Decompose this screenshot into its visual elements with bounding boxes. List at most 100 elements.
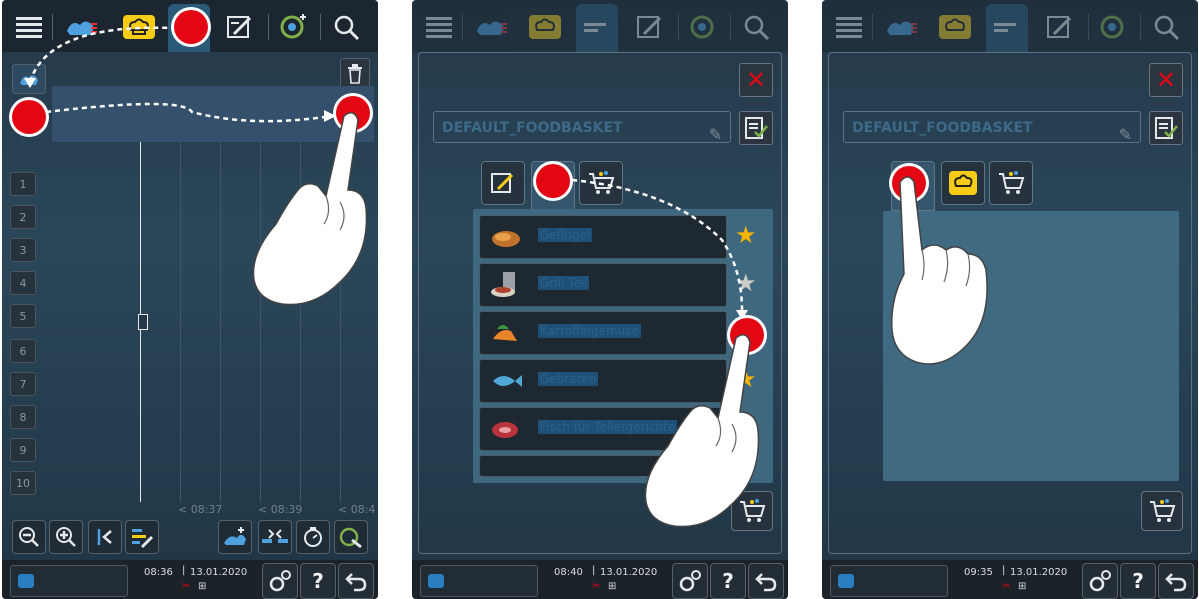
zoom-out-button[interactable] <box>12 520 46 554</box>
settings-button[interactable] <box>1082 563 1118 599</box>
edit-icon[interactable] <box>1040 8 1082 46</box>
date: 13.01.2020 <box>190 567 248 578</box>
hand-pointer-icon <box>644 334 760 528</box>
add-pan-icon <box>224 527 246 545</box>
lane-number: 2 <box>10 205 36 229</box>
top-nav <box>822 0 1198 52</box>
lane-number: 8 <box>10 405 36 429</box>
zoom-in-icon <box>56 527 76 547</box>
close-button[interactable]: ✕ <box>1149 63 1183 97</box>
add-to-basket-button[interactable] <box>1141 491 1183 531</box>
close-icon: ✕ <box>745 66 767 94</box>
meat-icon <box>492 422 518 438</box>
lane-number: 5 <box>10 304 36 328</box>
wifi-off-icon: ✂ <box>592 581 601 592</box>
time: 08:40 <box>554 567 583 578</box>
zoom-in-button[interactable] <box>49 520 83 554</box>
menu-icon[interactable] <box>828 8 870 46</box>
connected-cooking-icon[interactable] <box>682 8 724 46</box>
chef-hat-icon[interactable] <box>524 8 566 46</box>
status-field[interactable] <box>420 565 538 597</box>
lane-number: 3 <box>10 238 36 262</box>
panel-2: ✕ DEFAULT_FOODBASKET ✎ Geflügel Grill Te… <box>412 0 788 599</box>
timer-icon <box>304 527 322 547</box>
time: 08:36 <box>144 567 173 578</box>
grid-line <box>180 142 181 502</box>
pan-icon <box>428 574 444 588</box>
wifi-off-icon: ✂ <box>1002 581 1011 592</box>
settings-button[interactable] <box>262 563 298 599</box>
lane-number: 1 <box>10 172 36 196</box>
compress-button[interactable] <box>258 520 292 554</box>
name-field[interactable]: DEFAULT_FOODBASKET ✎ <box>843 111 1141 144</box>
back-button[interactable] <box>748 563 784 599</box>
time-marker <box>138 314 148 330</box>
help-button[interactable]: ? <box>1120 563 1156 599</box>
timer-button[interactable] <box>296 520 330 554</box>
touch-point <box>536 164 570 198</box>
hand-pointer-icon <box>891 176 988 365</box>
grid-line <box>220 142 221 502</box>
tab-cooking-paths[interactable] <box>986 4 1028 52</box>
lane-number: 9 <box>10 438 36 462</box>
menu-icon[interactable] <box>418 8 460 46</box>
network-icon: ⊞ <box>608 581 617 592</box>
edit-icon[interactable] <box>630 8 672 46</box>
settings-button[interactable] <box>672 563 708 599</box>
network-icon: ⊞ <box>1018 581 1027 592</box>
clock: 08:36 | 13.01.2020 ✂ ⊞ <box>144 565 248 592</box>
help-button[interactable]: ? <box>300 563 336 599</box>
back-arrow-icon <box>755 573 777 592</box>
time: 09:35 <box>964 567 993 578</box>
close-button[interactable]: ✕ <box>739 63 773 97</box>
zoom-out-icon <box>19 527 39 547</box>
lane-number: 4 <box>10 271 36 295</box>
add-cooking-button[interactable] <box>218 520 252 554</box>
gear-icon <box>1089 570 1111 592</box>
touch-point <box>174 10 208 44</box>
back-button[interactable] <box>338 563 374 599</box>
edit-list-button[interactable] <box>739 111 773 145</box>
drag-path-arrow <box>571 178 748 320</box>
edit-list-button[interactable] <box>1149 111 1183 145</box>
status-field[interactable] <box>830 565 948 597</box>
basket-icon <box>1150 499 1176 522</box>
hand-pointer-icon <box>252 112 368 306</box>
panel-1: 1 2 3 4 5 6 7 8 9 10 < 08:37 < 08:39 < 0… <box>2 0 378 599</box>
back-arrow-icon <box>345 573 367 592</box>
gear-icon <box>679 570 701 592</box>
edit-list-icon <box>745 117 768 139</box>
lane-number: 7 <box>10 372 36 396</box>
clock: 09:35 | 13.01.2020 ✂ ⊞ <box>964 565 1068 592</box>
fish-icon <box>493 375 522 387</box>
connect-icon <box>339 527 362 549</box>
close-icon: ✕ <box>1155 66 1177 94</box>
name-field[interactable]: DEFAULT_FOODBASKET ✎ <box>433 111 731 144</box>
top-nav <box>412 0 788 52</box>
help-button[interactable]: ? <box>710 563 746 599</box>
connect-button[interactable] <box>334 520 368 554</box>
status-field[interactable] <box>10 565 128 597</box>
lane-number: 10 <box>10 471 36 495</box>
edit-list-icon <box>1155 117 1178 139</box>
pan-icon <box>838 574 854 588</box>
date: 13.01.2020 <box>600 567 658 578</box>
back-button[interactable] <box>1158 563 1194 599</box>
intelligent-cooking-icon[interactable] <box>880 8 922 46</box>
connected-cooking-icon[interactable] <box>1092 8 1134 46</box>
date: 13.01.2020 <box>1010 567 1068 578</box>
search-icon[interactable] <box>1146 8 1188 46</box>
gear-icon <box>269 570 291 592</box>
jump-to-start-button[interactable] <box>88 520 122 554</box>
intelligent-cooking-icon[interactable] <box>470 8 512 46</box>
search-icon[interactable] <box>736 8 778 46</box>
lane-number: 6 <box>10 339 36 363</box>
clock: 08:40 | 13.01.2020 ✂ ⊞ <box>554 565 658 592</box>
pencil-icon: ✎ <box>708 125 722 144</box>
compress-icon <box>262 529 288 543</box>
chef-hat-icon[interactable] <box>934 8 976 46</box>
edit-path-button[interactable] <box>125 520 159 554</box>
network-icon: ⊞ <box>198 581 207 592</box>
tab-cooking-paths[interactable] <box>576 4 618 52</box>
time-label: < 08:37 <box>178 503 223 516</box>
